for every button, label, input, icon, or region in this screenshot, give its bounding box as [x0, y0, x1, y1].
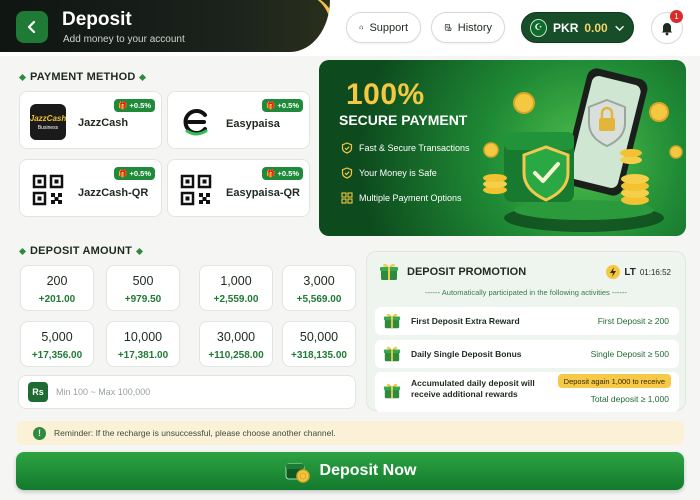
payment-method-easypaisa[interactable]: Easypaisa 🎁 +0.5% [167, 91, 310, 149]
wallet-coin-icon [285, 463, 310, 483]
amount-option[interactable]: 10,000 +17,381.00 [106, 321, 180, 367]
support-button[interactable]: Support [346, 12, 421, 43]
reminder-text: Reminder: If the recharge is unsuccessfu… [54, 428, 336, 438]
currency-code: PKR [553, 20, 579, 35]
lightning-icon [606, 265, 621, 279]
promotion-item[interactable]: Daily Single Deposit Bonus Single Deposi… [375, 340, 679, 368]
bonus-badge: 🎁 +0.5% [114, 99, 155, 112]
notification-badge: 1 [670, 10, 683, 23]
balance-amount: 0.00 [584, 20, 608, 35]
deposit-now-label: Deposit Now [319, 462, 417, 479]
promotion-item[interactable]: First Deposit Extra Reward First Deposit… [375, 307, 679, 335]
headset-icon [359, 25, 363, 30]
banner-feature: Your Money is Safe [341, 167, 437, 179]
gift-icon [380, 263, 398, 280]
gift-icon: 🎁 [266, 101, 276, 110]
payment-method-jazzcash-qr[interactable]: JazzCash-QR 🎁 +0.5% [19, 159, 162, 217]
gift-icon: 🎁 [118, 101, 128, 110]
payment-method-jazzcash[interactable]: JazzCash Business JazzCash 🎁 +0.5% [19, 91, 162, 149]
deposit-amount-heading: DEPOSIT AMOUNT [18, 245, 144, 257]
banner-subheadline: SECURE PAYMENT [339, 112, 468, 128]
easypaisa-logo [178, 104, 214, 140]
amount-input-wrapper: Rs [18, 375, 356, 409]
decorative-swoosh [266, 0, 330, 52]
deposit-amount-title: DEPOSIT AMOUNT [30, 245, 133, 257]
info-icon: ! [33, 426, 46, 440]
chevron-left-icon [27, 20, 36, 34]
amount-option[interactable]: 5,000 +17,356.00 [20, 321, 94, 367]
history-label: History [457, 21, 492, 34]
promotion-title: DEPOSIT PROMOTION [407, 266, 527, 278]
deposit-again-tag: Deposit again 1,000 to receive [557, 374, 671, 388]
payment-method-name: Easypaisa-QR [226, 187, 300, 199]
deposit-now-button[interactable]: Deposit Now [16, 452, 684, 490]
payment-method-easypaisa-qr[interactable]: Easypaisa-QR 🎁 +0.5% [167, 159, 310, 217]
balance-selector[interactable]: ☪ PKR 0.00 [521, 12, 634, 43]
banner-headline: 100% [346, 78, 425, 111]
qr-code-icon [30, 172, 66, 208]
amount-option[interactable]: 500 +979.50 [106, 265, 180, 311]
payment-method-heading: PAYMENT METHOD [18, 71, 147, 83]
history-button[interactable]: History [431, 12, 505, 43]
shield-check-icon [341, 167, 353, 179]
header: Deposit Add money to your account Suppor… [0, 0, 700, 56]
page-title: Deposit [62, 9, 132, 30]
payment-method-name: JazzCash [78, 117, 129, 129]
banner-feature: Multiple Payment Options [341, 192, 462, 204]
gift-icon [383, 346, 401, 362]
gift-icon [383, 383, 401, 399]
qr-code-icon [178, 172, 214, 208]
secure-payment-banner: 100% SECURE PAYMENT Fast & Secure Transa… [319, 60, 686, 236]
back-button[interactable] [16, 11, 48, 43]
amount-option[interactable]: 1,000 +2,559.00 [199, 265, 273, 311]
auto-participation-note: ------ Automatically participated in the… [425, 288, 627, 297]
bell-icon [662, 23, 672, 36]
amount-option[interactable]: 30,000 +110,258.00 [199, 321, 273, 367]
payment-method-title: PAYMENT METHOD [30, 71, 136, 83]
banner-feature: Fast & Secure Transactions [341, 142, 470, 154]
gift-icon: 🎁 [266, 169, 276, 178]
pakistan-flag-icon: ☪ [530, 18, 548, 37]
chevron-down-icon [615, 25, 624, 31]
gift-icon: 🎁 [118, 169, 128, 178]
shield-check-icon [341, 142, 353, 154]
currency-symbol: Rs [28, 382, 48, 402]
jazzcash-logo: JazzCash Business [30, 104, 66, 140]
amount-option[interactable]: 50,000 +318,135.00 [282, 321, 356, 367]
payment-method-name: JazzCash-QR [78, 187, 149, 199]
diamond-icon [139, 73, 147, 81]
promotion-timer: LT 01:16:52 [606, 263, 671, 281]
diamond-icon [135, 247, 144, 255]
deposit-promotion-panel: DEPOSIT PROMOTION LT 01:16:52 ------ Aut… [366, 251, 686, 412]
amount-option[interactable]: 3,000 +5,569.00 [282, 265, 356, 311]
grid-icon [341, 192, 353, 204]
history-document-icon [444, 24, 452, 32]
bonus-badge: 🎁 +0.5% [262, 167, 303, 180]
page-subtitle: Add money to your account [63, 34, 185, 45]
diamond-icon [18, 73, 27, 81]
diamond-icon [18, 247, 27, 255]
payment-method-name: Easypaisa [226, 118, 280, 130]
gift-icon [383, 313, 401, 329]
bonus-badge: 🎁 +0.5% [114, 167, 155, 180]
amount-option[interactable]: 200 +201.00 [20, 265, 94, 311]
promotion-item[interactable]: Accumulated daily deposit will receive a… [375, 372, 679, 412]
support-label: Support [369, 21, 408, 34]
bonus-badge: 🎁 +0.5% [262, 99, 303, 112]
amount-input[interactable] [56, 387, 336, 397]
reminder-bar: ! Reminder: If the recharge is unsuccess… [17, 421, 684, 445]
